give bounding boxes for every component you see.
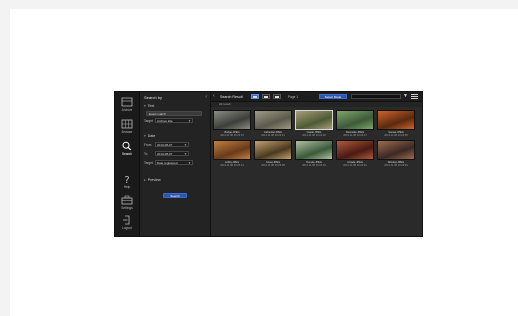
result-thumbnail[interactable] bbox=[254, 110, 292, 130]
date-to-field[interactable]: 2013-08-07 ▼ bbox=[155, 151, 189, 156]
rail-label-search: Search bbox=[121, 152, 133, 156]
svg-text:?: ? bbox=[124, 175, 129, 184]
search-icon bbox=[122, 141, 132, 151]
result-tile[interactable]: Temple.JPEG 2013.11.08 10:26:03 bbox=[295, 140, 333, 168]
result-thumbnail[interactable] bbox=[336, 110, 374, 130]
collapse-panel-button[interactable]: ‹ bbox=[205, 94, 207, 100]
search-button[interactable]: Search bbox=[163, 193, 187, 198]
preview-section-label: Preview bbox=[147, 178, 161, 182]
text-target-select[interactable]: Archive title ▼ bbox=[155, 118, 193, 123]
left-rail: Archive Browse Search ? Help Settings Lo… bbox=[115, 92, 140, 236]
result-date: 2013.11.08 10:24:55 bbox=[384, 134, 408, 137]
archive-icon bbox=[121, 97, 133, 107]
toolbox-icon bbox=[121, 195, 133, 205]
rail-label-settings: Settings bbox=[121, 206, 133, 210]
result-date: 2013.11.08 10:23:15 bbox=[220, 134, 244, 137]
result-tile[interactable]: cathedral.JPEG 2013.11.08 10:23:41 bbox=[254, 110, 292, 138]
result-date: 2013.11.08 10:26:49 bbox=[384, 164, 408, 167]
date-from-label: From bbox=[144, 143, 152, 147]
rail-item-archive[interactable]: Archive bbox=[115, 95, 139, 117]
view-list-button[interactable] bbox=[273, 94, 281, 99]
result-date: 2013.11.08 10:25:38 bbox=[261, 164, 285, 167]
result-tile[interactable]: Bridge.JPEG 2013.11.08 10:23:15 bbox=[213, 110, 251, 138]
grid-icon bbox=[121, 119, 133, 129]
text-target-value: Archive title bbox=[157, 119, 173, 123]
chevron-down-icon: ▼ bbox=[184, 143, 187, 147]
date-to-value: 2013-08-07 bbox=[157, 152, 173, 156]
text-section-header[interactable]: ▾ Text bbox=[144, 104, 154, 108]
date-target-value: Date registered bbox=[157, 161, 178, 165]
results-search-input[interactable] bbox=[351, 94, 401, 99]
rail-label-browse: Browse bbox=[121, 130, 133, 134]
expand-triangle-icon: ▾ bbox=[144, 104, 146, 108]
result-thumbnail[interactable] bbox=[213, 140, 251, 160]
result-thumbnail[interactable] bbox=[213, 110, 251, 130]
result-thumbnail[interactable] bbox=[377, 140, 415, 160]
result-tile[interactable]: Lobby.JPEG 2013.11.08 10:25:14 bbox=[213, 140, 251, 168]
search-by-title: Search by bbox=[144, 95, 163, 100]
rail-item-browse[interactable]: Browse bbox=[115, 117, 139, 139]
back-button[interactable]: ‹ bbox=[213, 93, 215, 99]
rail-label-archive: Archive bbox=[121, 108, 133, 112]
text-target-label: Target bbox=[144, 119, 153, 123]
select-mode-button[interactable]: Select Mode bbox=[319, 94, 347, 99]
view-list-icon bbox=[275, 96, 279, 98]
result-tile[interactable]: Window.JPEG 2013.11.08 10:26:49 bbox=[377, 140, 415, 168]
filter-icon[interactable]: ▼ bbox=[403, 93, 408, 99]
result-thumbnail[interactable] bbox=[254, 140, 292, 160]
results-sub-bar: All result bbox=[211, 102, 422, 107]
rail-item-search[interactable]: Search bbox=[115, 139, 139, 161]
search-by-panel: Search by ‹ ▾ Text Exact match Target Ar… bbox=[140, 92, 211, 236]
results-panel: ‹ Search Result Page 1 Select Mode ▼ All… bbox=[211, 92, 422, 236]
result-tile[interactable]: Riverside.JPEG 2013.11.08 10:24:27 bbox=[336, 110, 374, 138]
collapse-triangle-icon: ▸ bbox=[144, 178, 146, 182]
preview-section-header[interactable]: ▸ Preview bbox=[144, 178, 161, 182]
view-small-thumbnails-button[interactable] bbox=[262, 94, 270, 99]
date-target-label: Target bbox=[144, 161, 153, 165]
logout-icon bbox=[123, 215, 130, 225]
result-tile[interactable]: Arcade.JPEG 2013.11.08 10:26:22 bbox=[336, 140, 374, 168]
result-date: 2013.11.08 10:26:22 bbox=[343, 164, 367, 167]
rail-label-logout: Logout bbox=[122, 226, 132, 230]
results-toolbar: ‹ Search Result Page 1 Select Mode ▼ bbox=[211, 92, 422, 102]
date-from-value: 2013-08-07 bbox=[157, 143, 173, 147]
view-small-icon bbox=[264, 96, 268, 98]
rail-item-logout[interactable]: Logout bbox=[115, 213, 139, 235]
chevron-down-icon: ▼ bbox=[184, 152, 187, 156]
question-icon: ? bbox=[124, 175, 129, 184]
date-to-label: To bbox=[144, 152, 148, 156]
results-sub-label: All result bbox=[219, 102, 231, 106]
text-match-field[interactable]: Exact match bbox=[146, 111, 202, 116]
app-window: Archive Browse Search ? Help Settings Lo… bbox=[114, 91, 423, 237]
chevron-down-icon: ▼ bbox=[188, 161, 191, 165]
date-section-header[interactable]: ▾ Date bbox=[144, 134, 155, 138]
menu-icon[interactable] bbox=[411, 94, 418, 99]
expand-triangle-icon: ▾ bbox=[144, 134, 146, 138]
date-target-select[interactable]: Date registered ▼ bbox=[155, 160, 193, 165]
results-title: Search Result bbox=[220, 94, 243, 99]
result-tile[interactable]: Coast.JPEG 2013.11.08 10:25:38 bbox=[254, 140, 292, 168]
result-date: 2013.11.08 10:26:03 bbox=[302, 164, 326, 167]
view-large-thumbnails-button[interactable] bbox=[251, 94, 259, 99]
result-date: 2013.11.08 10:25:14 bbox=[220, 164, 244, 167]
rail-item-help[interactable]: ? Help bbox=[115, 172, 139, 194]
result-thumbnail[interactable] bbox=[377, 110, 415, 130]
text-section-label: Text bbox=[147, 104, 155, 108]
result-tile[interactable]: Sunset.JPEG 2013.11.08 10:24:55 bbox=[377, 110, 415, 138]
result-date: 2013.11.08 10:23:41 bbox=[261, 134, 285, 137]
rail-label-help: Help bbox=[123, 185, 131, 189]
rail-item-settings[interactable]: Settings bbox=[115, 193, 139, 215]
result-thumbnail[interactable] bbox=[295, 140, 333, 160]
result-date: 2013.11.08 10:24:02 bbox=[302, 134, 326, 137]
result-thumbnail[interactable] bbox=[336, 140, 374, 160]
result-tile[interactable]: Castle.JPEG 2013.11.08 10:24:02 bbox=[295, 110, 333, 138]
view-large-icon bbox=[253, 96, 257, 98]
date-from-field[interactable]: 2013-08-07 ▼ bbox=[155, 142, 189, 147]
date-section-label: Date bbox=[147, 134, 156, 138]
chevron-down-icon: ▼ bbox=[188, 119, 191, 123]
result-thumbnail[interactable] bbox=[295, 110, 333, 130]
result-date: 2013.11.08 10:24:27 bbox=[343, 134, 367, 137]
page-indicator[interactable]: Page 1 bbox=[288, 95, 298, 99]
